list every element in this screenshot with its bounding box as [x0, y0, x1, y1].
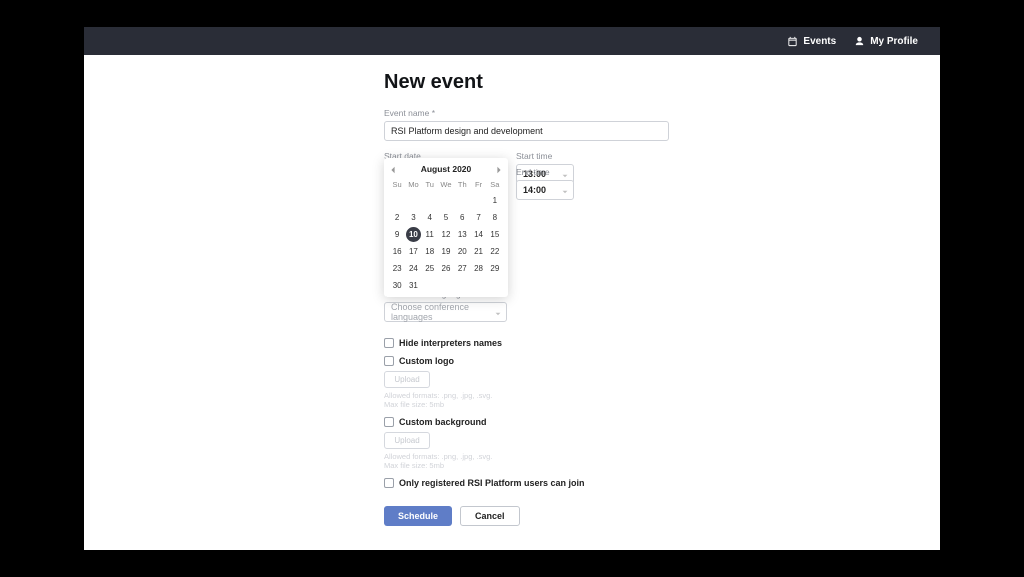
datepicker-day[interactable]: 15 [487, 227, 502, 242]
datepicker-dow: Sa [487, 178, 503, 191]
datepicker-day[interactable]: 5 [438, 210, 453, 225]
datepicker-day[interactable]: 30 [390, 278, 405, 293]
datepicker-day[interactable]: 2 [390, 210, 405, 225]
only-registered-checkbox[interactable] [384, 478, 394, 488]
datepicker-day[interactable]: 29 [487, 261, 502, 276]
datepicker-month: August 2020 [421, 164, 472, 174]
datepicker-day[interactable]: 19 [438, 244, 453, 259]
calendar-icon [787, 36, 798, 47]
schedule-button[interactable]: Schedule [384, 506, 452, 526]
datepicker-next[interactable] [495, 165, 503, 173]
datepicker-day[interactable]: 25 [422, 261, 437, 276]
datepicker-day[interactable]: 3 [406, 210, 421, 225]
user-icon [854, 36, 865, 47]
datepicker-day[interactable]: 7 [471, 210, 486, 225]
datepicker-dow: Su [389, 178, 405, 191]
custom-bg-label: Custom background [399, 417, 487, 427]
end-time-label: End time [516, 167, 574, 177]
datepicker-dow: Fr [470, 178, 486, 191]
custom-logo-checkbox[interactable] [384, 356, 394, 366]
datepicker-prev[interactable] [389, 165, 397, 173]
datepicker-dow: Tu [422, 178, 438, 191]
upload-logo-button[interactable]: Upload [384, 371, 430, 388]
datepicker: August 2020 SuMoTuWeThFrSa......12345678… [384, 158, 508, 297]
start-time-label: Start time [516, 151, 574, 161]
page-title: New event [384, 71, 684, 94]
custom-logo-label: Custom logo [399, 356, 454, 366]
nav-events-label: Events [803, 36, 836, 47]
datepicker-day[interactable]: 24 [406, 261, 421, 276]
datepicker-day[interactable]: 6 [455, 210, 470, 225]
datepicker-day[interactable]: 27 [455, 261, 470, 276]
datepicker-day[interactable]: 12 [438, 227, 453, 242]
conf-lang-select[interactable]: Choose conference languages [384, 302, 507, 322]
chevron-down-icon [495, 309, 501, 315]
upload-bg-button[interactable]: Upload [384, 432, 430, 449]
datepicker-dow: We [438, 178, 454, 191]
datepicker-day[interactable]: 11 [422, 227, 437, 242]
datepicker-day[interactable]: 14 [471, 227, 486, 242]
datepicker-day[interactable]: 31 [406, 278, 421, 293]
event-name-label: Event name * [384, 108, 684, 118]
datepicker-day[interactable]: 17 [406, 244, 421, 259]
datepicker-day[interactable]: 21 [471, 244, 486, 259]
topbar: Events My Profile [84, 27, 940, 55]
datepicker-day[interactable]: 8 [487, 210, 502, 225]
datepicker-day[interactable]: 13 [455, 227, 470, 242]
bg-hint: Allowed formats: .png, .jpg, .svg.Max fi… [384, 452, 684, 470]
datepicker-day[interactable]: 1 [487, 193, 502, 208]
datepicker-day[interactable]: 10 [406, 227, 421, 242]
nav-events[interactable]: Events [787, 36, 836, 47]
hide-interpreters-checkbox[interactable] [384, 338, 394, 348]
datepicker-day[interactable]: 9 [390, 227, 405, 242]
end-time-input[interactable]: 14:00 [516, 180, 574, 200]
datepicker-day[interactable]: 20 [455, 244, 470, 259]
event-name-input[interactable]: RSI Platform design and development [384, 121, 669, 141]
nav-profile-label: My Profile [870, 36, 918, 47]
hide-interpreters-label: Hide interpreters names [399, 338, 502, 348]
logo-hint: Allowed formats: .png, .jpg, .svg.Max fi… [384, 391, 684, 409]
datepicker-dow: Th [454, 178, 470, 191]
datepicker-day[interactable]: 22 [487, 244, 502, 259]
datepicker-day[interactable]: 4 [422, 210, 437, 225]
datepicker-day[interactable]: 23 [390, 261, 405, 276]
datepicker-day[interactable]: 28 [471, 261, 486, 276]
datepicker-dow: Mo [405, 178, 421, 191]
nav-profile[interactable]: My Profile [854, 36, 918, 47]
custom-bg-checkbox[interactable] [384, 417, 394, 427]
datepicker-day[interactable]: 26 [438, 261, 453, 276]
only-registered-label: Only registered RSI Platform users can j… [399, 478, 585, 488]
chevron-down-icon [562, 187, 568, 193]
datepicker-day[interactable]: 16 [390, 244, 405, 259]
datepicker-day[interactable]: 18 [422, 244, 437, 259]
cancel-button[interactable]: Cancel [460, 506, 520, 526]
